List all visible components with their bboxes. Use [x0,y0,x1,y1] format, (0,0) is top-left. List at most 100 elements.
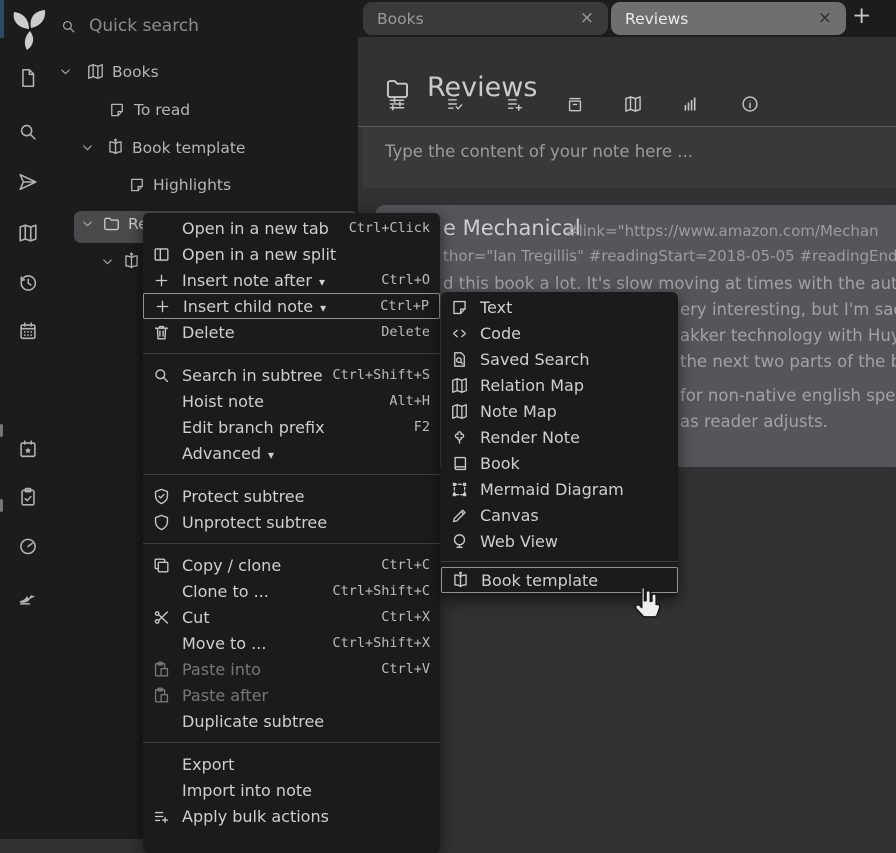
plus-icon [152,271,171,290]
book-card-text: for non-native english spea [680,386,896,405]
submenu-item-saved-search[interactable]: Saved Search [441,346,678,372]
submenu-item-web-view[interactable]: Web View [441,528,678,554]
editor-placeholder[interactable]: Type the content of your note here ... [385,142,693,161]
tree-context-menu: Open in a new tab Ctrl+Click Open in a n… [143,213,440,853]
menu-item-paste-after[interactable]: Paste after [143,682,440,708]
menu-item-export[interactable]: Export [143,751,440,777]
menu-item-paste-into[interactable]: Paste into Ctrl+V [143,656,440,682]
tab-books[interactable]: Books × [363,2,608,35]
menu-item-unprotect-subtree[interactable]: Unprotect subtree [143,509,440,535]
tree-item-book-template[interactable]: Book template [80,138,245,157]
dashboard-gauge-icon[interactable] [17,535,39,557]
edge-marker [0,424,3,437]
menu-item-search-in-subtree[interactable]: Search in subtree Ctrl+Shift+S [143,362,440,388]
scissors-icon [152,608,171,627]
calendar-icon[interactable] [17,320,39,342]
menu-item-insert-note-after[interactable]: Insert note after Ctrl+O [143,267,440,293]
menu-item-edit-branch-prefix[interactable]: Edit branch prefix F2 [143,414,440,440]
submenu-item-mermaid-diagram[interactable]: Mermaid Diagram [441,476,678,502]
tab-label: Books [377,10,580,28]
book-card-text: the next two parts of the bo [680,352,896,371]
chevron-down-icon[interactable] [58,64,73,79]
edge-marker [0,499,3,512]
tree-item-books[interactable]: Books [58,62,159,81]
menu-item-cut[interactable]: Cut Ctrl+X [143,604,440,630]
pen-icon [450,506,469,525]
submenu-item-note-map[interactable]: Note Map [441,398,678,424]
book-card-attributes-2: thor="Ian Tregillis" #readingStart=2018-… [443,247,896,265]
close-icon[interactable]: × [580,10,594,27]
close-icon[interactable]: × [818,10,832,27]
new-note-icon[interactable] [17,67,39,89]
search-icon[interactable] [17,121,39,143]
menu-item-clone-to[interactable]: Clone to ... Ctrl+Shift+C [143,578,440,604]
shield-check-icon [152,487,171,506]
info-icon[interactable] [740,94,760,114]
extension-icon [450,428,469,447]
map-icon[interactable] [17,222,39,244]
bar-chart-icon[interactable] [680,94,700,114]
accent-strip [0,0,4,38]
menu-item-copy-clone[interactable]: Copy / clone Ctrl+C [143,552,440,578]
chevron-down-icon[interactable] [80,140,95,155]
split-columns-icon [152,245,171,264]
tree-item-label: Books [112,63,159,81]
submenu-item-render-note[interactable]: Render Note [441,424,678,450]
empty-icon [152,418,171,437]
archive-icon[interactable] [565,94,585,114]
bird-icon[interactable] [17,586,39,608]
tree-item-child[interactable] [100,252,148,271]
paste-icon [152,686,171,705]
empty-icon [152,755,171,774]
menu-item-import-into-note[interactable]: Import into note [143,777,440,803]
chevron-down-icon[interactable] [80,216,95,231]
menu-item-insert-child-note[interactable]: Insert child note Ctrl+P [143,293,440,319]
menu-separator [143,543,440,544]
submenu-item-canvas[interactable]: Canvas [441,502,678,528]
tree-item-label: To read [134,101,190,119]
trilium-logo-icon[interactable] [8,6,52,52]
book-template-icon [122,252,141,271]
menu-item-hoist-note[interactable]: Hoist note Alt+H [143,388,440,414]
quick-search-input[interactable]: Quick search [89,16,199,36]
tree-item-label: Highlights [153,176,231,194]
tree-item-to-read[interactable]: To read [108,101,190,119]
menu-item-duplicate-subtree[interactable]: Duplicate subtree [143,708,440,734]
folder-icon [102,214,121,233]
calendar-star-icon[interactable] [17,438,39,460]
history-icon[interactable] [17,272,39,294]
menu-item-delete[interactable]: Delete Delete [143,319,440,345]
menu-item-protect-subtree[interactable]: Protect subtree [143,483,440,509]
book-card-text: as reader adjusts. [680,412,828,431]
tree-item-highlights[interactable]: Highlights [128,176,231,194]
submenu-item-book[interactable]: Book [441,450,678,476]
book-card-title[interactable]: e Mechanical [443,216,581,240]
submenu-item-relation-map[interactable]: Relation Map [441,372,678,398]
list-check-icon[interactable] [445,94,465,114]
map-icon [450,402,469,421]
code-icon [450,324,469,343]
map-icon[interactable] [623,94,643,114]
book-icon [450,454,469,473]
menu-separator [143,742,440,743]
menu-item-open-in-new-tab[interactable]: Open in a new tab Ctrl+Click [143,215,440,241]
menu-item-advanced[interactable]: Advanced [143,440,440,466]
tab-reviews[interactable]: Reviews × [611,2,846,35]
submenu-item-text[interactable]: Text [441,294,678,320]
globe-icon [450,532,469,551]
copy-icon [152,556,171,575]
tasks-clipboard-icon[interactable] [17,486,39,508]
book-template-icon [106,138,125,157]
new-tab-button[interactable]: + [852,3,871,29]
submenu-item-code[interactable]: Code [441,320,678,346]
hand-cursor [626,582,664,622]
chevron-down-icon[interactable] [100,254,115,269]
menu-item-apply-bulk-actions[interactable]: Apply bulk actions [143,803,440,829]
list-plus-icon[interactable] [505,94,525,114]
menu-item-open-in-new-split[interactable]: Open in a new split [143,241,440,267]
note-icon [450,298,469,317]
note-icon [108,101,126,119]
sliders-icon[interactable] [387,94,407,114]
send-icon[interactable] [17,171,39,193]
menu-item-move-to[interactable]: Move to ... Ctrl+Shift+X [143,630,440,656]
